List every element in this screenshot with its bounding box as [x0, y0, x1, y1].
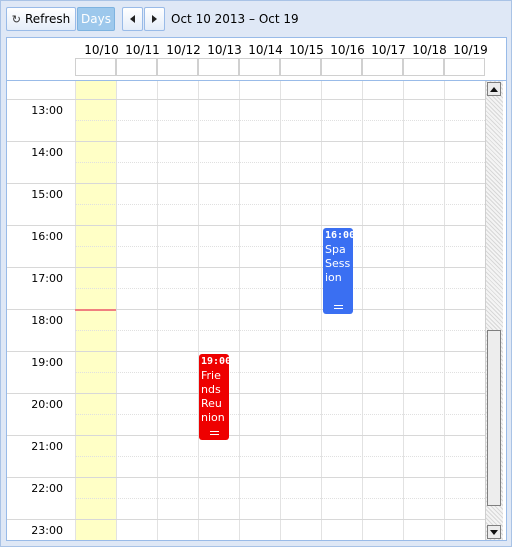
event-time: 19:00	[201, 356, 229, 367]
half-hour-line	[75, 372, 485, 373]
hour-line	[7, 477, 485, 478]
day-label: 10/17	[371, 43, 406, 57]
time-label: 21:00	[31, 440, 63, 453]
time-label: 20:00	[31, 398, 63, 411]
time-label: 13:00	[31, 104, 63, 117]
time-label: 23:00	[31, 524, 63, 537]
time-label: 16:00	[31, 230, 63, 243]
day-divider	[198, 81, 199, 540]
all-day-cell[interactable]	[198, 58, 239, 76]
half-hour-line	[75, 246, 485, 247]
hour-line	[7, 351, 485, 352]
current-time-indicator	[75, 309, 116, 311]
half-hour-line	[75, 162, 485, 163]
scroll-down-button[interactable]	[487, 525, 501, 539]
refresh-icon: ↻	[11, 12, 21, 26]
half-hour-line	[75, 330, 485, 331]
hour-line	[7, 183, 485, 184]
day-divider	[403, 81, 404, 540]
half-hour-line	[75, 204, 485, 205]
half-hour-line	[75, 414, 485, 415]
arrow-left-icon	[130, 15, 135, 23]
time-grid[interactable]: 13:00 14:00 15:00 16:00 17:00 18:00 19:0…	[7, 81, 485, 540]
refresh-button-label: Refresh	[24, 12, 71, 26]
event-time: 16:00	[325, 230, 353, 241]
hour-line	[7, 267, 485, 268]
time-label: 14:00	[31, 146, 63, 159]
hour-line	[7, 519, 485, 520]
half-hour-line	[75, 456, 485, 457]
scrollbar-thumb[interactable]	[487, 330, 501, 506]
days-view-button[interactable]: Days	[77, 7, 115, 31]
all-day-cell[interactable]	[75, 58, 116, 76]
refresh-button[interactable]: ↻ Refresh	[6, 7, 76, 31]
time-label: 17:00	[31, 272, 63, 285]
day-header: 10/10 10/11 10/12 10/13 10/14 10/15 10/1…	[7, 38, 506, 80]
hour-line	[7, 141, 485, 142]
hour-line	[7, 225, 485, 226]
day-divider	[239, 81, 240, 540]
next-period-button[interactable]	[144, 7, 165, 31]
hour-line	[7, 393, 485, 394]
day-label: 10/19	[453, 43, 488, 57]
previous-period-button[interactable]	[122, 7, 143, 31]
day-label: 10/16	[330, 43, 365, 57]
all-day-cell[interactable]	[321, 58, 362, 76]
event-title: Spa Session	[325, 243, 351, 284]
time-label: 22:00	[31, 482, 63, 495]
half-hour-line	[75, 288, 485, 289]
event-spa-session[interactable]: 16:00 Spa Session	[323, 228, 353, 314]
day-label: 10/13	[207, 43, 242, 57]
time-label: 19:00	[31, 356, 63, 369]
all-day-cell[interactable]	[157, 58, 198, 76]
time-label: 15:00	[31, 188, 63, 201]
time-label: 18:00	[31, 314, 63, 327]
vertical-scrollbar[interactable]	[485, 81, 503, 540]
half-hour-line	[75, 120, 485, 121]
day-label: 10/11	[125, 43, 160, 57]
all-day-cell[interactable]	[362, 58, 403, 76]
day-divider	[157, 81, 158, 540]
all-day-cell[interactable]	[280, 58, 321, 76]
event-title: Friends Reunion	[201, 369, 225, 424]
days-view-label: Days	[81, 12, 111, 26]
day-label: 10/15	[289, 43, 324, 57]
half-hour-line	[75, 498, 485, 499]
all-day-cell[interactable]	[403, 58, 444, 76]
day-divider	[321, 81, 322, 540]
all-day-cell[interactable]	[239, 58, 280, 76]
resize-grip-icon[interactable]	[210, 431, 219, 435]
calendar-window: ↻ Refresh Days Oct 10 2013 – Oct 19 10/1…	[0, 0, 512, 547]
day-divider	[280, 81, 281, 540]
day-label: 10/14	[248, 43, 283, 57]
day-label: 10/12	[166, 43, 201, 57]
day-label: 10/18	[412, 43, 447, 57]
resize-grip-icon[interactable]	[334, 305, 343, 309]
arrow-up-icon	[490, 86, 498, 92]
day-label: 10/10	[84, 43, 119, 57]
day-divider	[116, 81, 117, 540]
hour-line	[7, 99, 485, 100]
calendar-view: 10/10 10/11 10/12 10/13 10/14 10/15 10/1…	[6, 37, 507, 541]
day-divider	[362, 81, 363, 540]
arrow-right-icon	[152, 15, 157, 23]
scroll-up-button[interactable]	[487, 82, 501, 96]
date-range-label: Oct 10 2013 – Oct 19	[171, 12, 299, 26]
arrow-down-icon	[490, 529, 498, 535]
all-day-cell[interactable]	[444, 58, 485, 76]
day-divider	[444, 81, 445, 540]
event-friends-reunion[interactable]: 19:00 Friends Reunion	[199, 354, 229, 440]
hour-line	[7, 435, 485, 436]
all-day-cell[interactable]	[116, 58, 157, 76]
